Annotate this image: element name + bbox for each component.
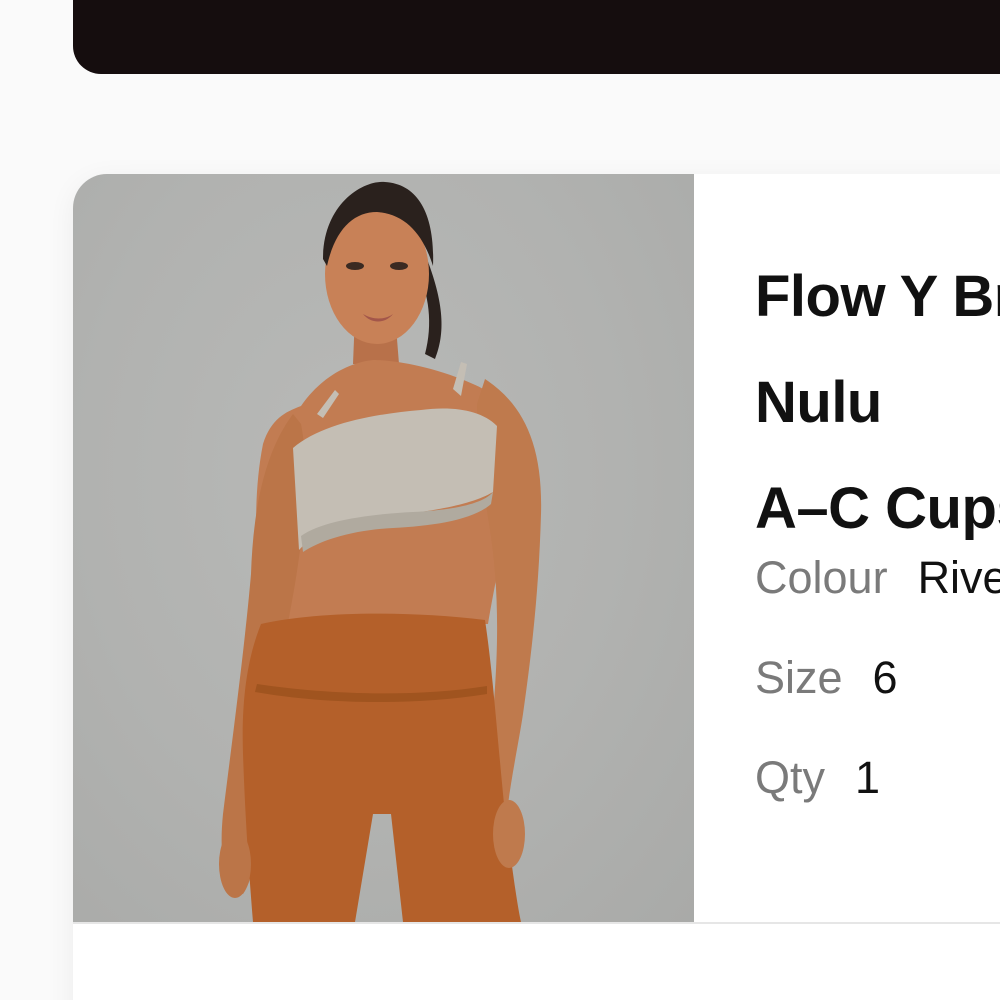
product-details: Flow Y Bra Nulu A–C Cups Colour Riverston… bbox=[755, 244, 1000, 803]
size-label: Size bbox=[755, 652, 843, 703]
qty-label: Qty bbox=[755, 752, 826, 803]
cart-item-card: Flow Y Bra Nulu A–C Cups Colour Riverston… bbox=[73, 174, 1000, 1000]
size-value: 6 bbox=[872, 652, 898, 703]
qty-row: Qty 1 bbox=[755, 752, 880, 804]
product-photo-illustration bbox=[219, 181, 542, 922]
product-image[interactable] bbox=[73, 174, 694, 922]
product-name-line-2: A–C Cups bbox=[755, 476, 1000, 541]
colour-label: Colour bbox=[755, 552, 888, 603]
qty-value: 1 bbox=[855, 752, 881, 803]
cart-page: Flow Y Bra Nulu A–C Cups Colour Riverston… bbox=[0, 0, 1000, 1000]
size-row: Size 6 bbox=[755, 652, 898, 704]
product-name[interactable]: Flow Y Bra Nulu A–C Cups bbox=[755, 244, 1000, 562]
header-bar[interactable] bbox=[73, 0, 1000, 74]
product-name-line-1: Flow Y Bra Nulu bbox=[755, 264, 1000, 435]
colour-value: Riverstone bbox=[917, 552, 1000, 603]
colour-row: Colour Riverstone bbox=[755, 552, 1000, 604]
card-divider bbox=[73, 922, 1000, 924]
